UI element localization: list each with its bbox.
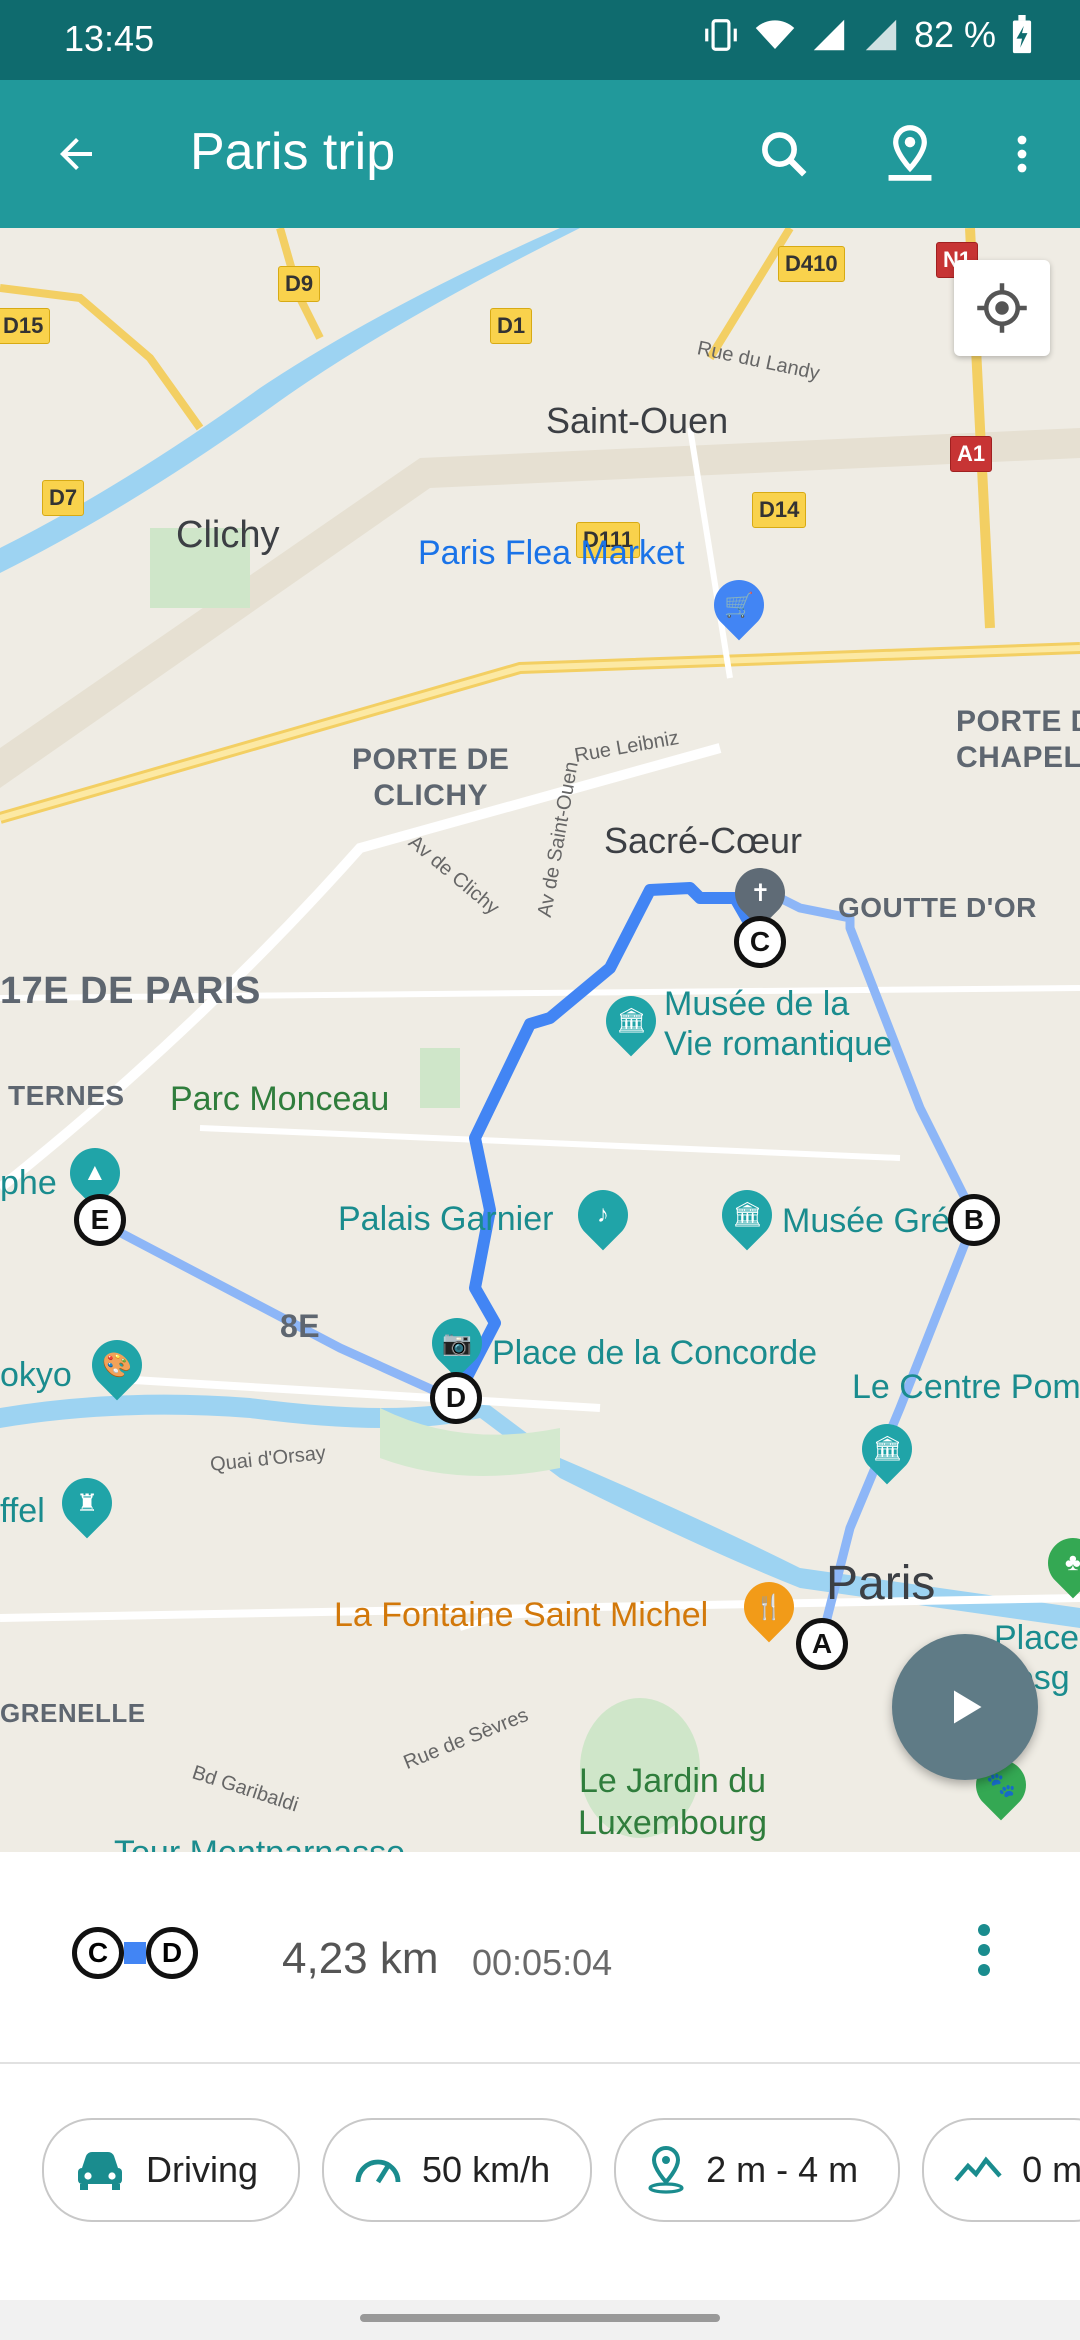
status-time: 13:45 — [64, 18, 155, 59]
car-icon — [78, 2152, 122, 2190]
place-label-le-centre-pom: Le Centre Pom — [852, 1368, 1080, 1406]
road-badge-d410: D410 — [778, 246, 845, 282]
segment-connector — [124, 1942, 146, 1964]
place-label-clichy: Clichy — [176, 514, 280, 556]
segment-waypoints: C D — [72, 1927, 198, 1979]
place-label-place-de-la-concorde: Place de la Concorde — [492, 1334, 818, 1372]
status-icons: 82 % — [702, 14, 1034, 56]
battery-percent: 82 % — [913, 14, 996, 55]
more-vert-icon — [978, 1924, 990, 1976]
segment-to-pin: D — [146, 1927, 198, 1979]
app-bar: Paris trip — [0, 80, 1080, 228]
place-label-tokyo: okyo — [0, 1356, 72, 1394]
segment-distance: 4,23 km — [282, 1934, 439, 1983]
play-icon — [954, 1690, 982, 1724]
my-location-button[interactable] — [954, 260, 1050, 356]
chip-elevation-label: 0 m — [1022, 2149, 1080, 2190]
road-badge-d15: D15 — [0, 308, 51, 344]
place-label-porte-de-clichy: PORTE DE CLICHY — [352, 743, 510, 812]
road-badge-a1: A1 — [950, 436, 993, 472]
play-button[interactable] — [892, 1634, 1038, 1780]
search-icon — [762, 132, 807, 177]
wifi-icon — [755, 20, 795, 49]
place-label-ternes: TERNES — [8, 1080, 125, 1111]
elevation-icon — [954, 2156, 1002, 2182]
waypoint-a[interactable]: A — [796, 1618, 848, 1670]
place-label-ffel: ffel — [0, 1492, 45, 1530]
place-label-porte-de-chapelle: PORTE DE CHAPEL — [956, 705, 1080, 774]
status-bar: 13:45 82 % — [0, 0, 1080, 80]
road-badge-d14: D14 — [752, 492, 807, 528]
place-label-grenelle: GRENELLE — [0, 1698, 146, 1728]
signal-icon — [813, 19, 845, 51]
gesture-handle[interactable] — [360, 2314, 720, 2322]
place-label-8e: 8E — [280, 1308, 321, 1344]
signal-icon-2 — [865, 19, 897, 51]
chip-speed[interactable]: 50 km/h — [322, 2118, 593, 2222]
place-label-paris: Paris — [826, 1557, 936, 1610]
place-label-phe: phe — [0, 1164, 57, 1202]
search-button[interactable] — [748, 118, 820, 190]
place-label-saint-ouen: Saint-Ouen — [546, 400, 729, 441]
map-pin-icon — [888, 125, 932, 181]
place-label-paris-flea-market: Paris Flea Market — [418, 534, 685, 572]
waypoint-b[interactable]: B — [948, 1194, 1000, 1246]
place-label-palais-garnier: Palais Garnier — [338, 1200, 554, 1238]
place-label-la-fontaine-saint-michel: La Fontaine Saint Michel — [334, 1596, 709, 1634]
place-label-tour-montparnasse: Tour Montparnasse — [114, 1834, 405, 1852]
chip-speed-label: 50 km/h — [422, 2149, 551, 2190]
waypoint-d[interactable]: D — [430, 1372, 482, 1424]
segment-from-pin: C — [72, 1927, 124, 1979]
chip-driving-label: Driving — [146, 2149, 259, 2190]
add-location-button[interactable] — [874, 118, 946, 190]
segment-duration: 00:05:04 — [472, 1942, 613, 1983]
chip-driving[interactable]: Driving — [42, 2118, 301, 2222]
map-view[interactable]: D9 D15 D1 D410 N1 D7 D111 D14 A1 Rue du … — [0, 228, 1080, 1852]
speedometer-icon — [355, 2159, 401, 2184]
chip-accuracy[interactable]: 2 m - 4 m — [614, 2118, 901, 2222]
road-badge-d9: D9 — [278, 266, 321, 302]
crosshair-icon — [977, 283, 1027, 333]
chip-accuracy-label: 2 m - 4 m — [706, 2149, 859, 2190]
route-options-chips: Driving 50 km/h 2 m - 4 m 0 m — [42, 2118, 1080, 2222]
page-title: Paris trip — [190, 123, 396, 181]
vibrate-icon — [705, 19, 737, 51]
place-label-parc-monceau: Parc Monceau — [170, 1080, 390, 1118]
place-label-goutte-dor: GOUTTE D'OR — [838, 892, 1037, 923]
road-badge-d7: D7 — [42, 480, 85, 516]
overflow-menu-button[interactable] — [986, 118, 1058, 190]
location-pin-icon — [648, 2146, 684, 2194]
back-button[interactable] — [40, 118, 112, 190]
battery-charging-icon — [1012, 15, 1032, 54]
road-badge-d1: D1 — [490, 308, 533, 344]
segment-menu-button[interactable] — [948, 1914, 1020, 1986]
waypoint-c[interactable]: C — [734, 916, 786, 968]
place-label-musee-gre: Musée Gré — [782, 1202, 951, 1240]
place-label-le-jardin-du-luxembourg: Le Jardin du Luxembourg — [578, 1762, 768, 1842]
more-vert-icon — [1017, 135, 1027, 173]
arrow-back-icon — [60, 138, 92, 170]
place-label-sacre-coeur: Sacré-Cœur — [604, 820, 803, 861]
chip-elevation[interactable]: 0 m — [922, 2118, 1080, 2222]
place-label-17e-de-paris: 17E DE PARIS — [0, 970, 261, 1012]
waypoint-e[interactable]: E — [74, 1194, 126, 1246]
place-label-musee-vie-romantique: Musée de la Vie romantique — [664, 985, 893, 1063]
segment-summary[interactable]: C D 4,23 km 00:05:04 — [0, 1852, 1080, 2064]
